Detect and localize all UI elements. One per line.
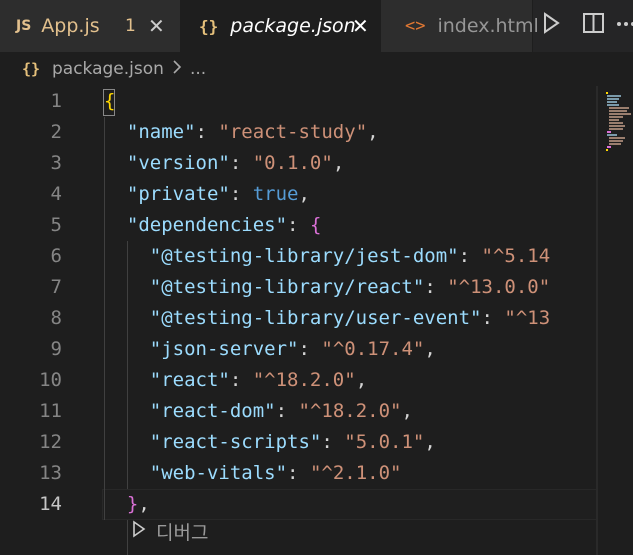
json-file-icon: {} <box>199 16 219 36</box>
line-number: 8 <box>50 307 62 329</box>
line-number: 4 <box>50 183 62 205</box>
line-number: 9 <box>50 338 62 360</box>
tab-label: App.js <box>41 15 100 37</box>
line-number: 11 <box>39 400 62 422</box>
code-line: "@testing-library/react": "^13.0.0" <box>149 276 551 298</box>
codelens-label: 디버그 <box>156 521 209 544</box>
code-line-partial <box>104 544 150 555</box>
line-number: 3 <box>50 152 62 174</box>
minimap-line <box>606 92 608 94</box>
chevron-right-icon <box>172 59 182 80</box>
tab-package-json[interactable]: {} package.json ✕ <box>181 0 381 52</box>
minimap-line <box>609 143 621 145</box>
code-line: "react-dom": "^18.2.0", <box>149 400 413 422</box>
minimap-line <box>609 140 623 142</box>
html-file-icon: <> <box>405 16 426 36</box>
line-number: 6 <box>50 245 62 267</box>
line-number: 7 <box>50 276 62 298</box>
tab-label: index.html <box>437 15 539 37</box>
problem-count-badge: 1 <box>125 16 136 36</box>
breadcrumb: {} package.json ... <box>0 52 633 86</box>
js-file-icon: JS <box>16 18 32 34</box>
minimap-line <box>607 101 617 103</box>
code-editor[interactable]: 1 2 3 4 5 6 7 8 9 10 11 12 13 14 { "name… <box>0 86 633 555</box>
minimap-line <box>609 107 629 109</box>
tab-index-html[interactable]: <> index.html <box>381 0 539 52</box>
line-number: 2 <box>50 121 62 143</box>
run-icon[interactable] <box>541 10 561 40</box>
code-line: "@testing-library/jest-dom": "^5.14 <box>149 245 551 267</box>
code-line: { <box>104 90 116 112</box>
minimap[interactable] <box>598 86 633 555</box>
line-number: 14 <box>39 493 62 515</box>
minimap-line <box>609 110 627 112</box>
tab-app-js[interactable]: JS App.js 1 ✕ <box>0 0 181 52</box>
split-editor-icon[interactable] <box>582 10 606 40</box>
minimap-line <box>606 149 608 151</box>
line-number: 5 <box>50 214 62 236</box>
minimap-line <box>607 98 619 100</box>
minimap-line <box>609 128 623 130</box>
minimap-line <box>607 134 617 136</box>
minimap-line <box>607 146 611 148</box>
minimap-line <box>609 116 623 118</box>
code-line: "react": "^18.2.0", <box>149 369 368 391</box>
minimap-line <box>607 131 611 133</box>
minimap-line <box>609 119 619 121</box>
code-line: "@testing-library/user-event": "^13 <box>149 307 551 329</box>
breadcrumb-file[interactable]: package.json <box>52 59 164 79</box>
play-icon <box>132 520 146 542</box>
code-area: 1 2 3 4 5 6 7 8 9 10 11 12 13 14 { "name… <box>0 86 596 555</box>
code-line: "name": "react-study", <box>126 121 379 143</box>
breadcrumb-more[interactable]: ... <box>190 59 206 79</box>
code-line: "private": true, <box>126 183 310 205</box>
minimap-line <box>609 122 623 124</box>
code-line: "react-scripts": "5.0.1", <box>149 431 436 453</box>
line-number: 1 <box>50 90 62 112</box>
code-line: "json-server": "^0.17.4", <box>149 338 436 360</box>
line-number: 13 <box>39 462 62 484</box>
code-line: "version": "0.1.0", <box>126 152 345 174</box>
close-icon[interactable]: ✕ <box>352 14 369 38</box>
line-number: 12 <box>39 431 62 453</box>
minimap-line <box>609 113 631 115</box>
editor-tab-bar: JS App.js 1 ✕ {} package.json ✕ <> index… <box>0 0 633 52</box>
json-file-icon: {} <box>22 60 41 78</box>
code-line: }, <box>126 493 150 515</box>
close-icon[interactable]: ✕ <box>148 14 165 38</box>
minimap-line <box>609 137 625 139</box>
debug-codelens[interactable]: 디버그 <box>132 518 208 544</box>
code-line: "web-vitals": "^2.1.0" <box>149 462 402 484</box>
minimap-line <box>607 95 621 97</box>
tab-label: package.json <box>230 15 356 37</box>
line-number: 10 <box>39 369 62 391</box>
more-actions-icon[interactable] <box>616 10 633 41</box>
minimap-line <box>607 104 619 106</box>
minimap-line <box>609 125 625 127</box>
current-line-highlight <box>102 489 596 520</box>
code-line: "dependencies": { <box>126 214 322 236</box>
